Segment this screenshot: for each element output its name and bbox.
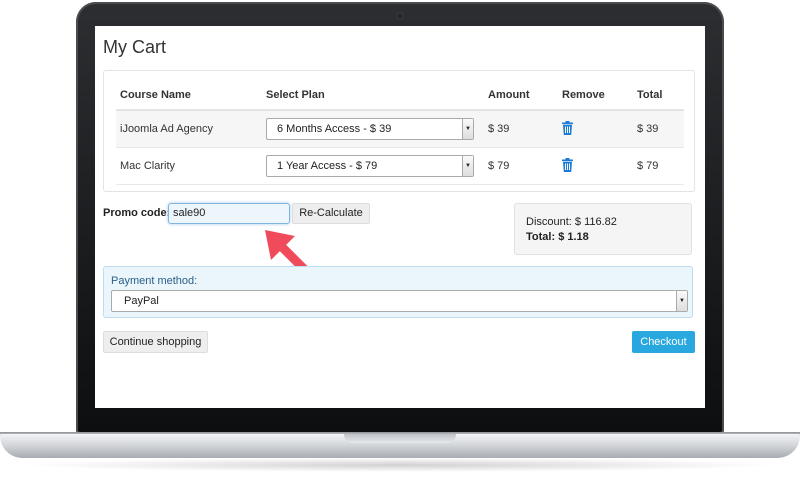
header-course-name: Course Name — [116, 81, 262, 111]
plan-select[interactable]: 6 Months Access - $ 39 ▼ — [266, 118, 474, 140]
total-amount: $ 1.18 — [558, 231, 589, 243]
chevron-down-icon[interactable]: ▼ — [462, 156, 473, 176]
plan-cell: 1 Year Access - $ 79 ▼ — [262, 147, 484, 185]
chevron-down-icon[interactable]: ▼ — [676, 291, 687, 311]
table-row: iJoomla Ad Agency 6 Months Access - $ 39… — [116, 110, 684, 148]
laptop-notch — [344, 434, 456, 443]
remove-cell — [558, 147, 633, 185]
payment-method-panel: Payment method: PayPal ▼ — [103, 266, 693, 318]
plan-select-value: 6 Months Access - $ 39 — [277, 123, 392, 135]
header-select-plan: Select Plan — [262, 81, 484, 111]
total-value: $ 39 — [633, 110, 684, 148]
amount-value: $ 79 — [484, 147, 558, 185]
amount-value: $ 39 — [484, 110, 558, 148]
checkout-button[interactable]: Checkout — [632, 331, 695, 353]
continue-shopping-button[interactable]: Continue shopping — [103, 331, 208, 353]
browser-screen: My Cart Course Name Select Plan Amount R… — [95, 26, 705, 408]
recalculate-button[interactable]: Re-Calculate — [292, 203, 370, 224]
plan-cell: 6 Months Access - $ 39 ▼ — [262, 110, 484, 148]
header-remove: Remove — [558, 81, 633, 111]
laptop-shadow — [20, 458, 780, 472]
discount-text: Discount: $ 116.82 — [526, 216, 617, 228]
table-row: Mac Clarity 1 Year Access - $ 79 ▼ $ 79 — [116, 147, 684, 185]
payment-method-label: Payment method: — [111, 275, 198, 287]
payment-method-value: PayPal — [124, 295, 159, 307]
payment-method-select[interactable]: PayPal ▼ — [111, 290, 688, 312]
remove-cell — [558, 110, 633, 148]
header-amount: Amount — [484, 81, 558, 111]
order-summary: Discount: $ 116.82 Total: $ 1.18 — [514, 203, 692, 255]
trash-icon[interactable] — [562, 120, 573, 135]
camera-icon — [397, 13, 403, 19]
total-line: Total: $ 1.18 — [526, 230, 691, 245]
promo-code-input[interactable]: sale90 — [168, 203, 290, 224]
cart-panel: Course Name Select Plan Amount Remove To… — [103, 70, 695, 192]
course-name: Mac Clarity — [116, 147, 262, 185]
chevron-down-icon[interactable]: ▼ — [462, 119, 473, 139]
table-header-row: Course Name Select Plan Amount Remove To… — [116, 81, 684, 111]
course-name: iJoomla Ad Agency — [116, 110, 262, 148]
header-total: Total — [633, 81, 684, 111]
plan-select[interactable]: 1 Year Access - $ 79 ▼ — [266, 155, 474, 177]
cart-table: Course Name Select Plan Amount Remove To… — [116, 81, 684, 185]
page-title: My Cart — [103, 37, 166, 57]
total-value: $ 79 — [633, 147, 684, 185]
total-label: Total: — [526, 231, 556, 243]
trash-icon[interactable] — [562, 157, 573, 172]
plan-select-value: 1 Year Access - $ 79 — [277, 160, 378, 172]
promo-code-label: Promo code: — [103, 207, 171, 219]
